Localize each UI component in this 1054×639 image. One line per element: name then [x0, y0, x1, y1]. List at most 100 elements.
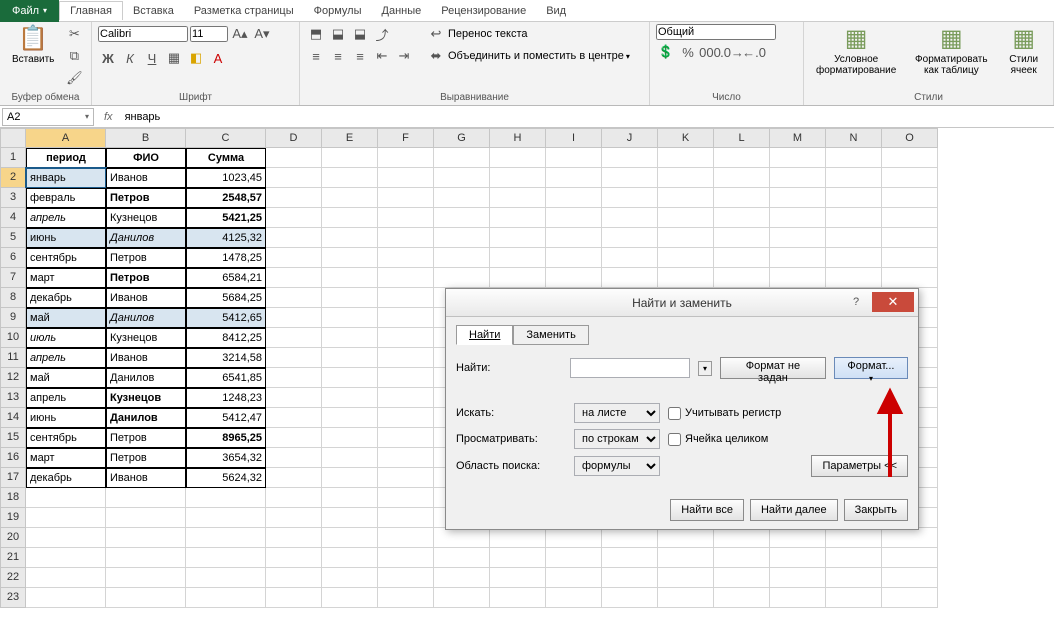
- number-format-select[interactable]: [656, 24, 776, 40]
- conditional-formatting-button[interactable]: ▦ Условное форматирование: [810, 24, 902, 78]
- cell[interactable]: [322, 388, 378, 408]
- dialog-titlebar[interactable]: Найти и заменить ? ✕: [446, 289, 918, 317]
- cell[interactable]: [602, 168, 658, 188]
- percent-icon[interactable]: %: [678, 42, 698, 62]
- cell[interactable]: [602, 588, 658, 608]
- cell[interactable]: Петров: [106, 428, 186, 448]
- column-header[interactable]: G: [434, 128, 490, 148]
- cell[interactable]: [770, 568, 826, 588]
- cell[interactable]: Данилов: [106, 308, 186, 328]
- cell[interactable]: март: [26, 448, 106, 468]
- cell[interactable]: [714, 248, 770, 268]
- cell[interactable]: [658, 528, 714, 548]
- cell[interactable]: [882, 588, 938, 608]
- tab-insert[interactable]: Вставка: [123, 2, 184, 20]
- cell[interactable]: Иванов: [106, 468, 186, 488]
- row-header[interactable]: 10: [0, 328, 26, 348]
- search-order-select[interactable]: по строкам: [574, 429, 660, 449]
- cell[interactable]: [658, 168, 714, 188]
- row-header[interactable]: 1: [0, 148, 26, 168]
- cell[interactable]: Данилов: [106, 408, 186, 428]
- cell[interactable]: [322, 268, 378, 288]
- cell[interactable]: [826, 168, 882, 188]
- column-header[interactable]: O: [882, 128, 938, 148]
- format-as-table-button[interactable]: ▦ Форматировать как таблицу: [906, 24, 996, 78]
- cell[interactable]: [322, 368, 378, 388]
- row-header[interactable]: 14: [0, 408, 26, 428]
- cell[interactable]: [106, 528, 186, 548]
- cell[interactable]: [186, 568, 266, 588]
- cell[interactable]: декабрь: [26, 288, 106, 308]
- search-scope-select[interactable]: на листе: [574, 403, 660, 423]
- column-header[interactable]: D: [266, 128, 322, 148]
- cell[interactable]: [26, 508, 106, 528]
- bold-button[interactable]: Ж: [98, 48, 118, 68]
- row-header[interactable]: 3: [0, 188, 26, 208]
- cell[interactable]: [658, 548, 714, 568]
- cell[interactable]: Иванов: [106, 348, 186, 368]
- underline-button[interactable]: Ч: [142, 48, 162, 68]
- cell[interactable]: [322, 328, 378, 348]
- cell[interactable]: февраль: [26, 188, 106, 208]
- cell[interactable]: [602, 268, 658, 288]
- cell[interactable]: [490, 528, 546, 548]
- look-in-select[interactable]: формулы: [574, 456, 660, 476]
- column-header[interactable]: N: [826, 128, 882, 148]
- font-name-select[interactable]: [98, 26, 188, 42]
- cell[interactable]: [490, 228, 546, 248]
- row-header[interactable]: 12: [0, 368, 26, 388]
- cell[interactable]: [378, 328, 434, 348]
- select-all-corner[interactable]: [0, 128, 26, 148]
- cell[interactable]: [186, 588, 266, 608]
- cell[interactable]: [602, 208, 658, 228]
- cell[interactable]: Петров: [106, 188, 186, 208]
- cell[interactable]: 1478,25: [186, 248, 266, 268]
- decrease-font-icon[interactable]: A▾: [252, 24, 272, 44]
- column-header[interactable]: F: [378, 128, 434, 148]
- cell[interactable]: ФИО: [106, 148, 186, 168]
- wrap-text-button[interactable]: ↩ Перенос текста: [426, 24, 630, 44]
- cell[interactable]: 4125,32: [186, 228, 266, 248]
- cell[interactable]: [378, 308, 434, 328]
- cell[interactable]: [378, 588, 434, 608]
- tab-formulas[interactable]: Формулы: [304, 2, 372, 20]
- cell[interactable]: [378, 348, 434, 368]
- cell[interactable]: [378, 528, 434, 548]
- formula-input[interactable]: [121, 108, 1054, 126]
- cell[interactable]: [106, 488, 186, 508]
- cell[interactable]: [186, 488, 266, 508]
- cell[interactable]: [434, 528, 490, 548]
- cell[interactable]: [26, 528, 106, 548]
- cell[interactable]: [714, 168, 770, 188]
- align-center-icon[interactable]: ≡: [328, 46, 348, 66]
- cell[interactable]: [378, 288, 434, 308]
- cell[interactable]: 3214,58: [186, 348, 266, 368]
- cell[interactable]: [882, 248, 938, 268]
- cell[interactable]: [266, 588, 322, 608]
- cell-styles-button[interactable]: ▦ Стили ячеек: [1000, 24, 1047, 78]
- cell[interactable]: [186, 548, 266, 568]
- cell[interactable]: Петров: [106, 268, 186, 288]
- cell[interactable]: [714, 568, 770, 588]
- font-size-select[interactable]: [190, 26, 228, 42]
- cell[interactable]: [770, 228, 826, 248]
- cut-icon[interactable]: ✂: [64, 24, 84, 44]
- cell[interactable]: [490, 168, 546, 188]
- increase-decimal-icon[interactable]: .0→: [722, 42, 742, 62]
- cell[interactable]: 6584,21: [186, 268, 266, 288]
- tab-data[interactable]: Данные: [372, 2, 432, 20]
- row-header[interactable]: 18: [0, 488, 26, 508]
- cell[interactable]: [266, 368, 322, 388]
- column-header[interactable]: H: [490, 128, 546, 148]
- cell[interactable]: [378, 408, 434, 428]
- row-header[interactable]: 20: [0, 528, 26, 548]
- cell[interactable]: [658, 268, 714, 288]
- dialog-close-button[interactable]: ✕: [872, 292, 914, 312]
- row-header[interactable]: 4: [0, 208, 26, 228]
- find-next-button[interactable]: Найти далее: [750, 499, 838, 521]
- paste-button[interactable]: 📋 Вставить: [6, 24, 60, 67]
- cell[interactable]: [882, 168, 938, 188]
- merge-button[interactable]: ⬌ Объединить и поместить в центре ▾: [426, 46, 630, 66]
- cell[interactable]: [26, 568, 106, 588]
- cell[interactable]: [770, 528, 826, 548]
